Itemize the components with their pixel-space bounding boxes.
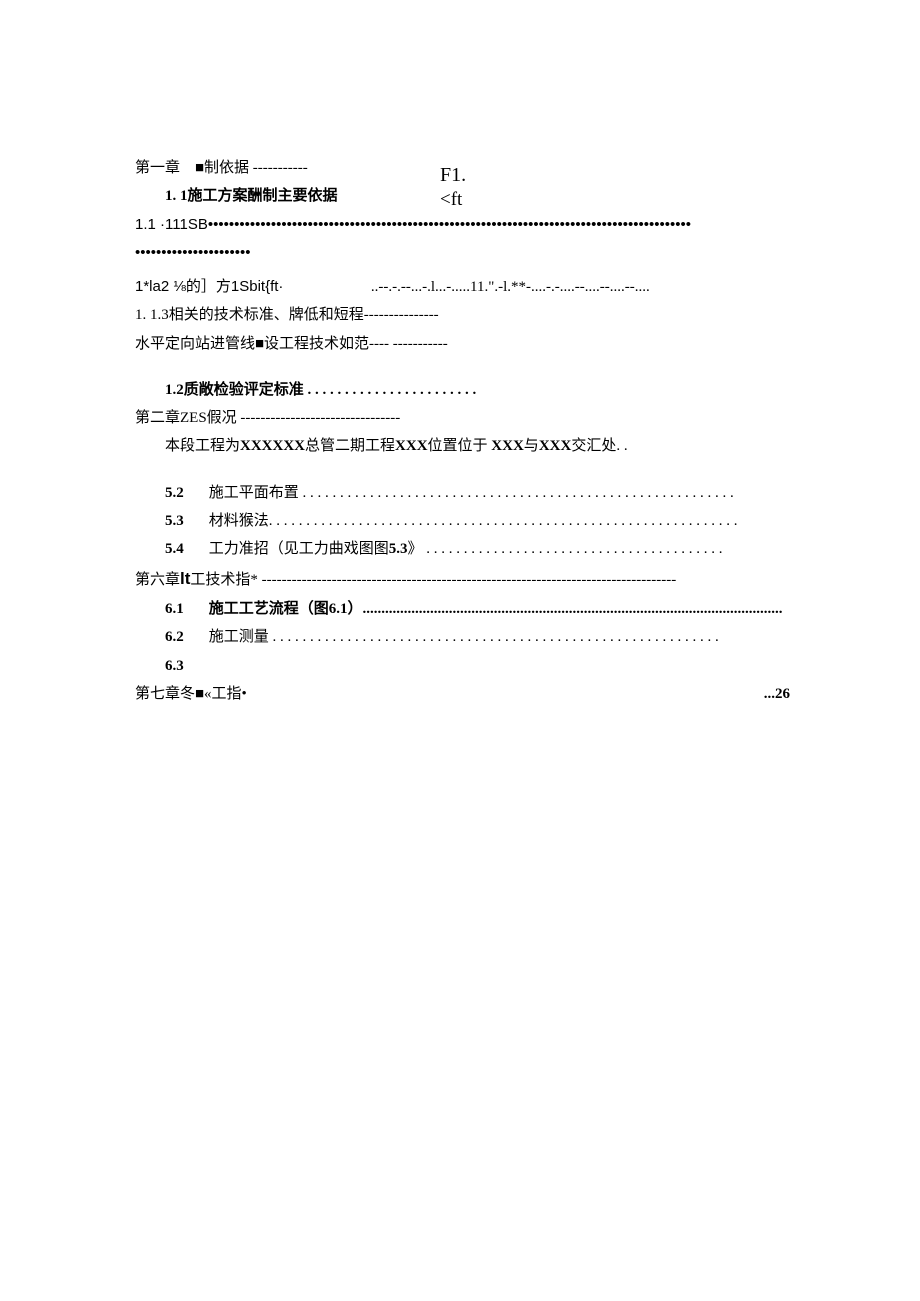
toc-text: 》 . . . . . . . . . . . . . . . . . . . …	[408, 541, 723, 557]
toc-line-project-desc: 本段工程为XXXXXX总管二期工程XXX位置位于 XXX与XXX交汇处. .	[135, 433, 790, 459]
toc-ref: 5.3	[389, 541, 408, 557]
text-bold: XXX	[491, 438, 524, 454]
toc-line-111sb: 1.1 ·111SB••••••••••••••••••••••••••••••…	[135, 212, 790, 238]
toc-text: 工力准招（见工力曲戏图图	[209, 541, 389, 557]
toc-line-6-2: 6.2 施工测量 . . . . . . . . . . . . . . . .…	[135, 624, 790, 650]
toc-line-5-3: 5.3 材料猴法. . . . . . . . . . . . . . . . …	[135, 508, 790, 534]
toc-text: 施工测量 . . . . . . . . . . . . . . . . . .…	[209, 629, 719, 645]
toc-text-left: 1*la2 ⅛的］方1Sbit{ft·	[135, 278, 283, 295]
text-bold: XXX	[539, 438, 572, 454]
toc-text: 质敞检验评定标准 . . . . . . . . . . . . . . . .…	[184, 382, 477, 398]
toc-line-6-1: 6.1 施工工艺流程（图6.1）........................…	[135, 596, 790, 622]
toc-num: 5.3	[165, 508, 205, 534]
toc-line-horizontal: 水平定向站进管线■设工程技术如范---- -----------	[135, 331, 790, 357]
text-lt: lt	[180, 569, 190, 588]
toc-text: 施工工艺流程（图	[209, 601, 329, 617]
toc-line-1-1-3: 1. 1.3相关的技术标准、牌低和短程---------------	[135, 302, 790, 328]
toc-num: 5.4	[165, 536, 205, 562]
text: 位置位于	[428, 438, 492, 454]
text-bold: XXXXXX	[240, 438, 305, 454]
toc-line-ch7: 第七章冬■«工指• ...26	[135, 681, 790, 707]
toc-text: 施工平面布置 . . . . . . . . . . . . . . . . .…	[209, 485, 734, 501]
toc-num: 6.2	[165, 624, 205, 650]
toc-num: 1.2	[165, 382, 184, 398]
toc-text-right: ..--.-.--...-.l...-.....11.".-l.**-....-…	[371, 279, 650, 295]
toc-text: 施工方案酬制主要依据	[188, 188, 338, 204]
toc-num: 6.3	[165, 658, 184, 674]
toc-line-1-2: 1.2质敞检验评定标准 . . . . . . . . . . . . . . …	[135, 377, 790, 403]
toc-text: 第七章冬■«工指•	[135, 681, 247, 707]
toc-line-5-2: 5.2 施工平面布置 . . . . . . . . . . . . . . .…	[135, 480, 790, 506]
header-symbol-ft: <ft	[440, 183, 462, 216]
text: 与	[524, 438, 539, 454]
toc-ref: 6.1	[329, 601, 348, 617]
toc-page: ...26	[764, 681, 790, 707]
toc-num: 6.1	[165, 596, 205, 622]
toc-num: 5.2	[165, 480, 205, 506]
toc-text: ）.......................................…	[348, 601, 783, 617]
toc-line-ch2: 第二章ZES假况 -------------------------------…	[135, 405, 790, 431]
toc-line-ch6: 第六章lt工技术指* -----------------------------…	[135, 564, 790, 594]
toc-line-5-4: 5.4 工力准招（见工力曲戏图图5.3》 . . . . . . . . . .…	[135, 536, 790, 562]
text: 本段工程为	[165, 438, 240, 454]
toc-text: 材料猴法. . . . . . . . . . . . . . . . . . …	[209, 513, 738, 529]
toc-line-111sb-cont: ••••••••••••••••••••••	[135, 240, 790, 266]
toc-line-1la2: 1*la2 ⅛的］方1Sbit{ft· ..--.-.--...-.l...-.…	[135, 274, 790, 300]
text: 工技术指* ----------------------------------…	[190, 572, 676, 588]
toc-num: 1. 1	[165, 188, 188, 204]
text-bold: XXX	[395, 438, 428, 454]
text: 第六章	[135, 572, 180, 588]
text: 交汇处. .	[571, 438, 627, 454]
text: 总管二期工程	[305, 438, 395, 454]
toc-line-6-3: 6.3	[135, 653, 790, 679]
